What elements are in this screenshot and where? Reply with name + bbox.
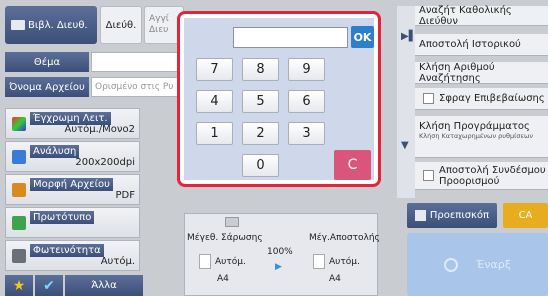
key-1[interactable]: 1 (196, 122, 233, 145)
scanner-icon (225, 217, 239, 227)
setting-exposure[interactable]: Φωτεινότητα Αυτόμ. (5, 240, 140, 271)
key-6[interactable]: 6 (288, 90, 325, 113)
send-size-label: Μέγ.Αποστολής (309, 233, 380, 243)
setting-resolution-name: Ανάλυση (30, 145, 80, 158)
original-icon (12, 216, 26, 230)
numeric-keypad: OK 7 8 9 4 5 6 1 2 3 0 C (177, 11, 381, 187)
subject-input[interactable] (91, 52, 181, 72)
setting-file-format-name: Μορφή Αρχείου (30, 178, 113, 191)
send-paper-size: A4 (329, 274, 341, 284)
scan-size-label: Μέγεθ. Σάρωσης (187, 233, 263, 243)
setting-resolution[interactable]: Ανάλυση 200x200dpi (5, 141, 140, 172)
numeric-keypad-body: OK 7 8 9 4 5 6 1 2 3 0 C (184, 18, 374, 180)
others-button[interactable]: Άλλα (65, 275, 143, 296)
filename-input[interactable]: Ορισμένο στις Ρυ (91, 77, 181, 97)
panel-scroll-down-icon[interactable]: ▼ (401, 140, 409, 151)
filename-label: Όνομα Αρχείου (5, 77, 89, 97)
keypad-clear-button[interactable]: C (334, 150, 371, 180)
key-3[interactable]: 3 (288, 122, 325, 145)
confirm-check-button[interactable]: ✔ (35, 275, 63, 296)
address-book-icon (11, 20, 25, 30)
rp-call-program-sub: Κλήση Καταχωρημένων ρυθμίσεων (419, 132, 534, 140)
color-mode-icon (12, 117, 26, 131)
setting-color-mode[interactable]: Έγχρωμη Λειτ. Αυτόμ./Mονο2 (5, 108, 140, 139)
preview-icon (414, 210, 426, 221)
setting-original[interactable]: Πρωτότυπο (5, 207, 140, 238)
send-link-checkbox[interactable] (423, 170, 434, 181)
arrow-right-icon: ▶ (275, 262, 282, 272)
verify-stamp-checkbox[interactable] (423, 93, 434, 104)
tab-destination-label: Διεύθ. (105, 19, 137, 31)
rp-send-history[interactable]: Αποστολή Ιστορικού (415, 34, 548, 56)
send-paper-icon (313, 254, 325, 269)
resolution-icon (12, 150, 26, 164)
start-label: Έναρξ (476, 258, 511, 271)
start-button[interactable]: Έναρξ (407, 233, 548, 296)
send-auto: Αυτόμ. (329, 257, 360, 267)
setting-color-mode-value: Αυτόμ./Mονο2 (64, 124, 136, 135)
preview-label: Προεπισκόπ (429, 210, 490, 221)
ca-button[interactable]: CA (503, 203, 548, 228)
rp-global-search[interactable]: Αναζήτ Καθολικής Διεύθυν (415, 5, 548, 27)
key-5[interactable]: 5 (242, 90, 279, 113)
rp-send-link[interactable]: Αποστολή Συνδέσμου Προορισμού (415, 162, 548, 190)
rp-verify-stamp-label: Σφραγ Επιβεβαίωσης (439, 93, 545, 104)
preview-button[interactable]: Προεπισκόπ (407, 203, 497, 228)
rp-send-link-label: Αποστολή Συνδέσμου Προορισμού (439, 164, 546, 187)
setting-original-name: Πρωτότυπο (30, 211, 95, 224)
scan-paper-size: A4 (217, 274, 229, 284)
rp-call-search-number[interactable]: Κλήση Αριθμού Αναζήτησης (415, 62, 548, 84)
tab-address-book[interactable]: Βιβλ. Διευθ. (5, 6, 97, 44)
key-2[interactable]: 2 (242, 122, 279, 145)
start-icon (444, 257, 459, 272)
setting-resolution-value: 200x200dpi (75, 157, 135, 168)
check-icon: ✔ (43, 277, 55, 294)
scan-size-panel[interactable]: Μέγεθ. Σάρωσης Μέγ.Αποστολής 100% Αυτόμ.… (184, 213, 380, 296)
setting-exposure-value: Αυτόμ. (100, 256, 135, 267)
key-0[interactable]: 0 (242, 154, 279, 177)
setting-exposure-name: Φωτεινότητα (30, 244, 104, 257)
favorite-star-button[interactable]: ★ (5, 275, 33, 296)
scan-paper-icon (199, 254, 211, 269)
star-icon: ★ (12, 277, 26, 294)
key-4[interactable]: 4 (196, 90, 233, 113)
keypad-display[interactable] (233, 27, 348, 48)
rp-verify-stamp[interactable]: Σφραγ Επιβεβαίωσης (415, 88, 548, 110)
setting-file-format-value: PDF (115, 190, 135, 201)
tab-address-book-label: Βιβλ. Διευθ. (28, 19, 88, 31)
tab-destination[interactable]: Διεύθ. (100, 6, 142, 44)
key-9[interactable]: 9 (288, 58, 325, 81)
rp-call-program[interactable]: Κλήση Προγράμματος Κλήση Καταχωρημένων ρ… (415, 116, 548, 158)
key-7[interactable]: 7 (196, 58, 233, 81)
scan-ratio: 100% (267, 247, 293, 257)
file-format-icon (12, 183, 26, 197)
subject-label: Θέμα (5, 52, 89, 72)
exposure-icon (12, 249, 26, 263)
rp-call-program-label: Κλήση Προγράμματος (419, 121, 530, 132)
setting-file-format[interactable]: Μορφή Αρχείου PDF (5, 174, 140, 205)
tab-global-search-label: Αγγί Διευ (149, 14, 169, 35)
keypad-ok-button[interactable]: OK (351, 26, 374, 48)
scan-auto: Αυτόμ. (215, 257, 246, 267)
key-8[interactable]: 8 (242, 58, 279, 81)
